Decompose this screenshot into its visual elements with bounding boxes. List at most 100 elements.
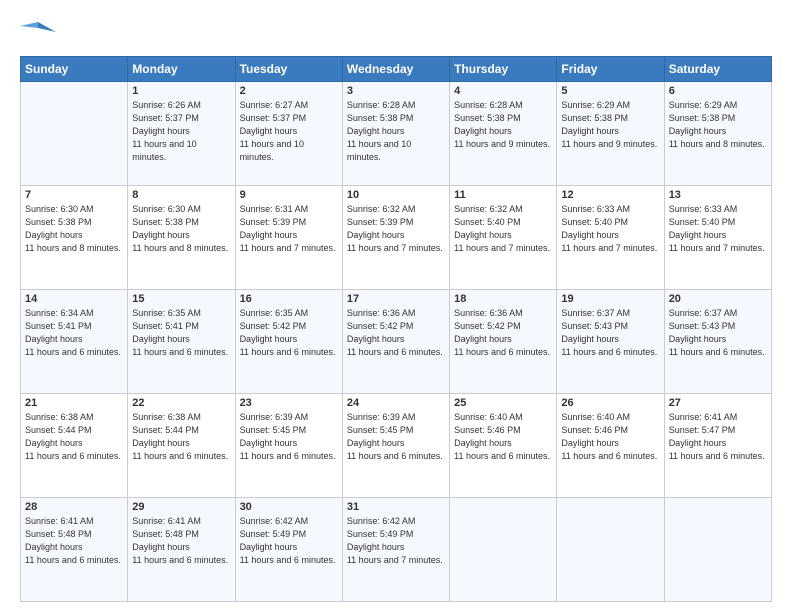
header bbox=[20, 18, 772, 46]
weekday-thursday: Thursday bbox=[450, 57, 557, 82]
day-info: Sunrise: 6:33 AM Sunset: 5:40 PM Dayligh… bbox=[669, 203, 767, 255]
day-cell: 16 Sunrise: 6:35 AM Sunset: 5:42 PM Dayl… bbox=[235, 290, 342, 394]
day-info: Sunrise: 6:40 AM Sunset: 5:46 PM Dayligh… bbox=[561, 411, 659, 463]
week-row-3: 14 Sunrise: 6:34 AM Sunset: 5:41 PM Dayl… bbox=[21, 290, 772, 394]
day-cell: 20 Sunrise: 6:37 AM Sunset: 5:43 PM Dayl… bbox=[664, 290, 771, 394]
day-number: 19 bbox=[561, 293, 659, 305]
day-number: 28 bbox=[25, 501, 123, 513]
weekday-monday: Monday bbox=[128, 57, 235, 82]
calendar-table: SundayMondayTuesdayWednesdayThursdayFrid… bbox=[20, 56, 772, 602]
day-cell: 27 Sunrise: 6:41 AM Sunset: 5:47 PM Dayl… bbox=[664, 394, 771, 498]
day-info: Sunrise: 6:40 AM Sunset: 5:46 PM Dayligh… bbox=[454, 411, 552, 463]
day-cell: 15 Sunrise: 6:35 AM Sunset: 5:41 PM Dayl… bbox=[128, 290, 235, 394]
day-number: 13 bbox=[669, 189, 767, 201]
page: SundayMondayTuesdayWednesdayThursdayFrid… bbox=[0, 0, 792, 612]
day-cell: 29 Sunrise: 6:41 AM Sunset: 5:48 PM Dayl… bbox=[128, 498, 235, 602]
day-info: Sunrise: 6:41 AM Sunset: 5:48 PM Dayligh… bbox=[25, 515, 123, 567]
day-info: Sunrise: 6:32 AM Sunset: 5:40 PM Dayligh… bbox=[454, 203, 552, 255]
day-number: 23 bbox=[240, 397, 338, 409]
day-info: Sunrise: 6:33 AM Sunset: 5:40 PM Dayligh… bbox=[561, 203, 659, 255]
day-info: Sunrise: 6:38 AM Sunset: 5:44 PM Dayligh… bbox=[132, 411, 230, 463]
day-number: 17 bbox=[347, 293, 445, 305]
day-cell: 7 Sunrise: 6:30 AM Sunset: 5:38 PM Dayli… bbox=[21, 186, 128, 290]
day-number: 1 bbox=[132, 85, 230, 97]
day-number: 24 bbox=[347, 397, 445, 409]
day-cell: 24 Sunrise: 6:39 AM Sunset: 5:45 PM Dayl… bbox=[342, 394, 449, 498]
day-cell: 12 Sunrise: 6:33 AM Sunset: 5:40 PM Dayl… bbox=[557, 186, 664, 290]
logo-bird-icon bbox=[20, 18, 56, 46]
day-cell: 19 Sunrise: 6:37 AM Sunset: 5:43 PM Dayl… bbox=[557, 290, 664, 394]
day-number: 7 bbox=[25, 189, 123, 201]
day-info: Sunrise: 6:31 AM Sunset: 5:39 PM Dayligh… bbox=[240, 203, 338, 255]
day-cell: 23 Sunrise: 6:39 AM Sunset: 5:45 PM Dayl… bbox=[235, 394, 342, 498]
day-number: 8 bbox=[132, 189, 230, 201]
day-cell: 9 Sunrise: 6:31 AM Sunset: 5:39 PM Dayli… bbox=[235, 186, 342, 290]
day-cell: 3 Sunrise: 6:28 AM Sunset: 5:38 PM Dayli… bbox=[342, 82, 449, 186]
day-cell bbox=[664, 498, 771, 602]
day-number: 26 bbox=[561, 397, 659, 409]
day-number: 31 bbox=[347, 501, 445, 513]
logo bbox=[20, 18, 60, 46]
day-info: Sunrise: 6:32 AM Sunset: 5:39 PM Dayligh… bbox=[347, 203, 445, 255]
day-info: Sunrise: 6:42 AM Sunset: 5:49 PM Dayligh… bbox=[347, 515, 445, 567]
day-info: Sunrise: 6:36 AM Sunset: 5:42 PM Dayligh… bbox=[347, 307, 445, 359]
day-info: Sunrise: 6:26 AM Sunset: 5:37 PM Dayligh… bbox=[132, 99, 230, 164]
day-cell: 21 Sunrise: 6:38 AM Sunset: 5:44 PM Dayl… bbox=[21, 394, 128, 498]
day-number: 20 bbox=[669, 293, 767, 305]
day-cell: 14 Sunrise: 6:34 AM Sunset: 5:41 PM Dayl… bbox=[21, 290, 128, 394]
week-row-5: 28 Sunrise: 6:41 AM Sunset: 5:48 PM Dayl… bbox=[21, 498, 772, 602]
weekday-header-row: SundayMondayTuesdayWednesdayThursdayFrid… bbox=[21, 57, 772, 82]
day-number: 4 bbox=[454, 85, 552, 97]
day-cell: 10 Sunrise: 6:32 AM Sunset: 5:39 PM Dayl… bbox=[342, 186, 449, 290]
day-number: 21 bbox=[25, 397, 123, 409]
day-cell: 11 Sunrise: 6:32 AM Sunset: 5:40 PM Dayl… bbox=[450, 186, 557, 290]
day-cell bbox=[21, 82, 128, 186]
day-number: 5 bbox=[561, 85, 659, 97]
day-info: Sunrise: 6:29 AM Sunset: 5:38 PM Dayligh… bbox=[669, 99, 767, 151]
weekday-tuesday: Tuesday bbox=[235, 57, 342, 82]
day-cell: 5 Sunrise: 6:29 AM Sunset: 5:38 PM Dayli… bbox=[557, 82, 664, 186]
weekday-sunday: Sunday bbox=[21, 57, 128, 82]
day-info: Sunrise: 6:30 AM Sunset: 5:38 PM Dayligh… bbox=[25, 203, 123, 255]
day-cell: 13 Sunrise: 6:33 AM Sunset: 5:40 PM Dayl… bbox=[664, 186, 771, 290]
day-number: 6 bbox=[669, 85, 767, 97]
day-cell: 26 Sunrise: 6:40 AM Sunset: 5:46 PM Dayl… bbox=[557, 394, 664, 498]
day-cell: 6 Sunrise: 6:29 AM Sunset: 5:38 PM Dayli… bbox=[664, 82, 771, 186]
day-number: 12 bbox=[561, 189, 659, 201]
day-info: Sunrise: 6:41 AM Sunset: 5:47 PM Dayligh… bbox=[669, 411, 767, 463]
day-number: 10 bbox=[347, 189, 445, 201]
day-info: Sunrise: 6:30 AM Sunset: 5:38 PM Dayligh… bbox=[132, 203, 230, 255]
day-info: Sunrise: 6:27 AM Sunset: 5:37 PM Dayligh… bbox=[240, 99, 338, 164]
day-number: 3 bbox=[347, 85, 445, 97]
day-number: 15 bbox=[132, 293, 230, 305]
day-number: 2 bbox=[240, 85, 338, 97]
day-number: 29 bbox=[132, 501, 230, 513]
day-info: Sunrise: 6:28 AM Sunset: 5:38 PM Dayligh… bbox=[347, 99, 445, 164]
day-number: 25 bbox=[454, 397, 552, 409]
day-cell: 28 Sunrise: 6:41 AM Sunset: 5:48 PM Dayl… bbox=[21, 498, 128, 602]
day-number: 14 bbox=[25, 293, 123, 305]
day-info: Sunrise: 6:42 AM Sunset: 5:49 PM Dayligh… bbox=[240, 515, 338, 567]
day-cell: 31 Sunrise: 6:42 AM Sunset: 5:49 PM Dayl… bbox=[342, 498, 449, 602]
day-number: 18 bbox=[454, 293, 552, 305]
day-cell bbox=[557, 498, 664, 602]
week-row-1: 1 Sunrise: 6:26 AM Sunset: 5:37 PM Dayli… bbox=[21, 82, 772, 186]
day-info: Sunrise: 6:28 AM Sunset: 5:38 PM Dayligh… bbox=[454, 99, 552, 151]
day-info: Sunrise: 6:38 AM Sunset: 5:44 PM Dayligh… bbox=[25, 411, 123, 463]
day-cell: 17 Sunrise: 6:36 AM Sunset: 5:42 PM Dayl… bbox=[342, 290, 449, 394]
day-info: Sunrise: 6:34 AM Sunset: 5:41 PM Dayligh… bbox=[25, 307, 123, 359]
day-info: Sunrise: 6:35 AM Sunset: 5:42 PM Dayligh… bbox=[240, 307, 338, 359]
day-cell: 2 Sunrise: 6:27 AM Sunset: 5:37 PM Dayli… bbox=[235, 82, 342, 186]
day-number: 16 bbox=[240, 293, 338, 305]
weekday-friday: Friday bbox=[557, 57, 664, 82]
day-info: Sunrise: 6:35 AM Sunset: 5:41 PM Dayligh… bbox=[132, 307, 230, 359]
day-info: Sunrise: 6:39 AM Sunset: 5:45 PM Dayligh… bbox=[347, 411, 445, 463]
day-info: Sunrise: 6:41 AM Sunset: 5:48 PM Dayligh… bbox=[132, 515, 230, 567]
week-row-2: 7 Sunrise: 6:30 AM Sunset: 5:38 PM Dayli… bbox=[21, 186, 772, 290]
day-info: Sunrise: 6:37 AM Sunset: 5:43 PM Dayligh… bbox=[561, 307, 659, 359]
day-number: 30 bbox=[240, 501, 338, 513]
day-cell: 4 Sunrise: 6:28 AM Sunset: 5:38 PM Dayli… bbox=[450, 82, 557, 186]
day-info: Sunrise: 6:29 AM Sunset: 5:38 PM Dayligh… bbox=[561, 99, 659, 151]
day-info: Sunrise: 6:37 AM Sunset: 5:43 PM Dayligh… bbox=[669, 307, 767, 359]
day-number: 11 bbox=[454, 189, 552, 201]
